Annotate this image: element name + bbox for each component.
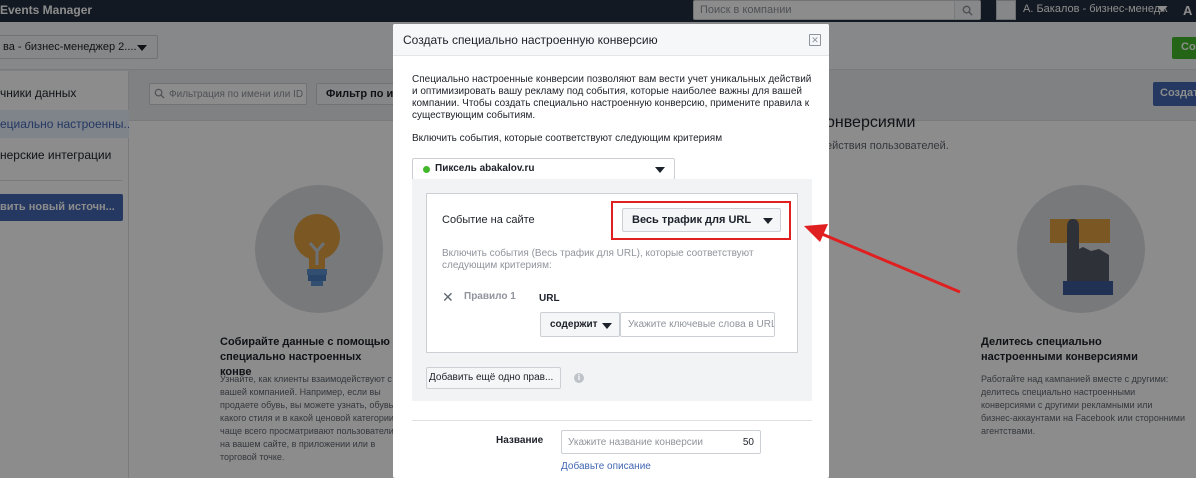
name-label: Название <box>496 435 544 446</box>
chevron-down-icon <box>602 323 612 329</box>
rule-field-label: URL <box>539 293 560 304</box>
annotation-highlight-box <box>611 201 791 240</box>
info-icon[interactable]: i <box>574 373 584 383</box>
character-counter: 50 <box>742 437 754 448</box>
url-keywords-placeholder: Укажите ключевые слова в URL <box>628 319 775 330</box>
remove-rule-icon[interactable]: ✕ <box>442 290 454 304</box>
create-custom-conversion-dialog: Создать специально настроенную конверсию… <box>393 24 829 478</box>
dialog-header: Создать специально настроенную конверсию… <box>393 24 829 56</box>
pixel-selector-label: Пиксель abakalov.ru <box>435 163 535 174</box>
dialog-intro: Специально настроенные конверсии позволя… <box>412 74 812 121</box>
conversion-name-placeholder: Укажите название конверсии <box>568 437 703 448</box>
criteria-label: Включить события, которые соответствуют … <box>412 133 723 144</box>
add-rule-button[interactable]: Добавить ещё одно прав... <box>426 367 561 389</box>
chevron-down-icon <box>655 167 665 173</box>
conversion-name-input[interactable]: Укажите название конверсии 50 <box>561 430 761 454</box>
add-rule-label: Добавить ещё одно прав... <box>429 372 554 383</box>
url-keywords-input[interactable]: Укажите ключевые слова в URL <box>620 312 775 337</box>
event-label: Событие на сайте <box>442 214 535 226</box>
dialog-divider <box>412 420 812 421</box>
close-icon[interactable]: ✕ <box>809 34 821 46</box>
pixel-selector[interactable]: Пиксель abakalov.ru <box>412 158 675 180</box>
rule-operator-selector[interactable]: содержит <box>540 312 620 337</box>
dialog-title: Создать специально настроенную конверсию <box>403 33 658 47</box>
add-description-link[interactable]: Добавьте описание <box>561 461 651 472</box>
rule-label: Правило 1 <box>464 291 516 302</box>
pixel-status-dot <box>423 166 430 173</box>
event-description: Включить события (Весь трафик для URL), … <box>442 248 754 271</box>
rule-operator-label: содержит <box>550 319 598 330</box>
